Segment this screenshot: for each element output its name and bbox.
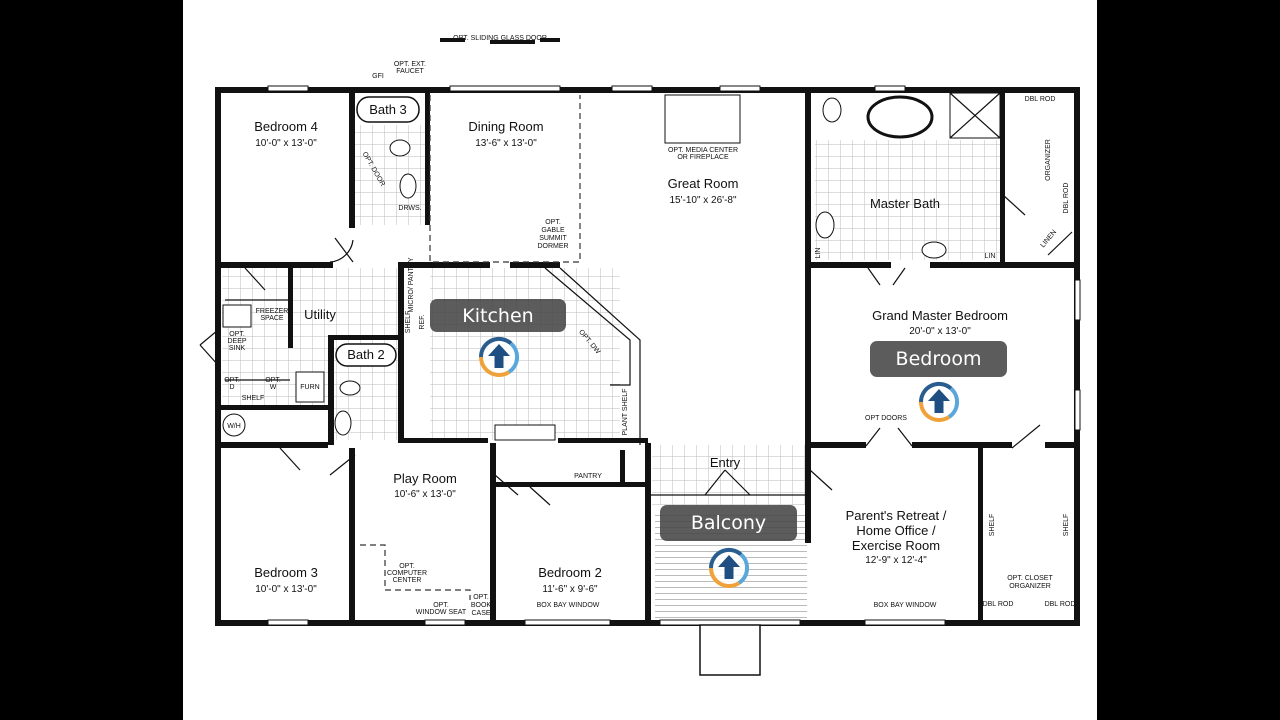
sink-note: OPT. xyxy=(229,331,245,338)
room-dim: 13'-6" x 13'-0" xyxy=(475,138,537,149)
box-bay-note: BOX BAY WINDOW xyxy=(874,602,937,609)
organizer-note: ORGANIZER xyxy=(1045,139,1052,181)
dbl-rod-note: DBL ROD xyxy=(983,601,1014,608)
box-bay-note: BOX BAY WINDOW xyxy=(537,602,600,609)
room-utility: Utility xyxy=(304,307,336,322)
sink-note: SINK xyxy=(229,345,246,352)
bedroom-hotspot[interactable] xyxy=(917,380,961,424)
bookcase-note: BOOK xyxy=(471,602,492,609)
furnace-note: FURN xyxy=(300,384,319,391)
shelf-note: SHELF xyxy=(1063,514,1070,537)
up-arrow-icon xyxy=(478,336,520,378)
room-dim: 12'-9" x 12'-4" xyxy=(865,555,927,566)
kitchen-hotspot[interactable] xyxy=(477,335,521,379)
ref-note: REF. xyxy=(419,314,426,329)
room-entry: Entry xyxy=(710,455,741,470)
bookcase-note: CASE xyxy=(471,610,490,617)
water-heater-note: W/H xyxy=(227,423,241,430)
dormer-note: OPT. xyxy=(545,219,561,226)
washer-note: W xyxy=(270,384,277,391)
shelf-note: SHELF xyxy=(405,311,412,334)
computer-note: CENTER xyxy=(393,577,422,584)
up-arrow-icon xyxy=(708,547,750,589)
shelf-note: SHELF xyxy=(989,514,996,537)
dryer-note: D xyxy=(229,384,234,391)
micro-note: MICRO/ PANTRY xyxy=(408,257,415,312)
room-parents-retreat: Parent's Retreat / xyxy=(846,508,947,523)
window-seat-note: WINDOW SEAT xyxy=(416,609,467,616)
sink-note: DEEP xyxy=(227,338,246,345)
computer-note: OPT. xyxy=(399,563,415,570)
gfi-note: GFI xyxy=(372,73,384,80)
room-play: Play Room xyxy=(393,471,457,486)
dryer-note: OPT. xyxy=(224,377,240,384)
faucet-note: OPT. EXT. xyxy=(394,61,426,68)
bedroom-tour-label[interactable]: Bedroom xyxy=(870,341,1007,377)
window-seat-note: OPT. xyxy=(433,602,449,609)
kitchen-floor xyxy=(430,268,620,440)
up-arrow-icon xyxy=(918,381,960,423)
bookcase-note: OPT. xyxy=(473,594,489,601)
room-dim: 11'-6" x 9'-6" xyxy=(542,584,598,595)
shelf-note: SHELF xyxy=(242,395,265,402)
freezer-note: FREEZER xyxy=(256,308,289,315)
room-bedroom-4: Bedroom 4 xyxy=(254,119,318,134)
balcony-tour-label[interactable]: Balcony xyxy=(660,505,797,541)
plant-shelf-note: PLANT SHELF xyxy=(622,389,629,436)
room-bath-3: Bath 3 xyxy=(369,102,407,117)
dormer-note: SUMMIT xyxy=(539,235,567,242)
room-dim: 20'-0" x 13'-0" xyxy=(909,326,971,337)
room-bedroom-3: Bedroom 3 xyxy=(254,565,318,580)
lin-note: LIN xyxy=(815,248,822,259)
room-bath-2: Bath 2 xyxy=(347,347,385,362)
computer-note: COMPUTER xyxy=(387,570,427,577)
drws-note: DRWS. xyxy=(398,205,421,212)
dbl-rod-note: DBL ROD xyxy=(1063,183,1070,214)
closet-note: OPT. CLOSET xyxy=(1007,575,1053,582)
media-note: OR FIREPLACE xyxy=(677,154,729,161)
room-master-bath: Master Bath xyxy=(870,196,940,211)
room-parents-retreat: Home Office / xyxy=(856,523,936,538)
dormer-note: GABLE xyxy=(541,227,565,234)
dbl-rod-note: DBL ROD xyxy=(1045,601,1076,608)
floor-plan-page: OPT. SLIDING GLASS DOOR GFI OPT. EXT. FA… xyxy=(183,0,1097,720)
room-dim: 10'-0" x 13'-0" xyxy=(255,584,317,595)
media-note: OPT. MEDIA CENTER xyxy=(668,147,738,154)
dormer-note: DORMER xyxy=(537,243,568,250)
sliding-door-note: OPT. SLIDING GLASS DOOR xyxy=(453,35,547,42)
lin-note: LIN xyxy=(985,253,996,260)
faucet-note: FAUCET xyxy=(396,68,424,75)
room-dim: 10'-6" x 13'-0" xyxy=(394,489,456,500)
room-dim: 10'-0" x 13'-0" xyxy=(255,138,317,149)
closet-note: ORGANIZER xyxy=(1009,583,1051,590)
kitchen-tour-label[interactable]: Kitchen xyxy=(430,299,566,332)
opt-doors-note: OPT DOORS xyxy=(865,415,907,422)
room-bedroom-2: Bedroom 2 xyxy=(538,565,602,580)
room-grand-master: Grand Master Bedroom xyxy=(872,308,1008,323)
balcony-hotspot[interactable] xyxy=(707,546,751,590)
linen-note: LINEN xyxy=(1040,229,1059,249)
dbl-rod-note: DBL ROD xyxy=(1025,96,1056,103)
room-great: Great Room xyxy=(668,176,739,191)
room-dining: Dining Room xyxy=(468,119,543,134)
room-parents-retreat: Exercise Room xyxy=(852,538,940,553)
freezer-note: SPACE xyxy=(260,315,284,322)
pantry-note: PANTRY xyxy=(574,473,602,480)
washer-note: OPT. xyxy=(265,377,281,384)
room-dim: 15'-10" x 26'-8" xyxy=(669,195,737,206)
